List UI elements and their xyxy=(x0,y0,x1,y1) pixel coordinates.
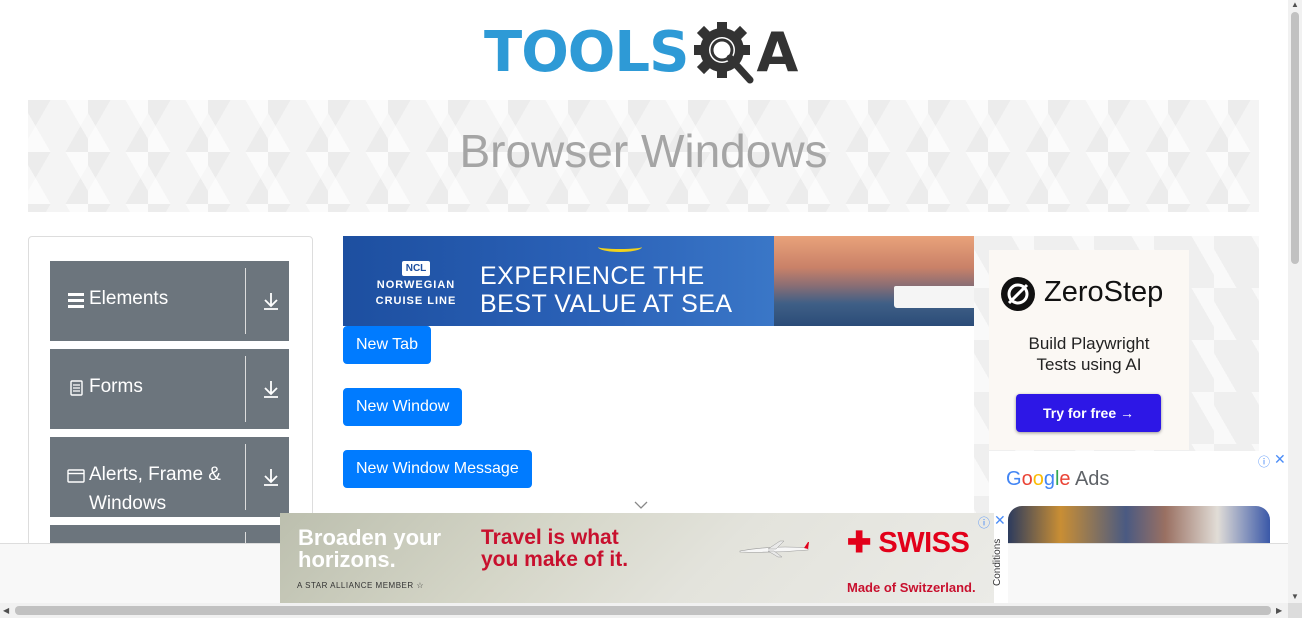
hamburger-icon xyxy=(67,291,85,309)
scroll-down-arrow-icon[interactable]: ▼ xyxy=(1291,592,1299,601)
try-for-free-button[interactable]: Try for free → xyxy=(1016,394,1161,432)
letter: g xyxy=(1043,468,1055,490)
ad-zerostep[interactable]: ZeroStep Build Playwright Tests using AI… xyxy=(989,250,1189,450)
letter: e xyxy=(1059,468,1071,490)
ncl-headline-line1: EXPERIENCE THE xyxy=(480,262,705,290)
zerostep-logo-icon xyxy=(1000,276,1036,312)
browser-window-icon xyxy=(67,467,85,485)
zerostep-name: ZeroStep xyxy=(1044,276,1164,308)
swiss-logo: ✚ SWISS xyxy=(847,527,970,559)
horizontal-scroll-thumb[interactable] xyxy=(15,606,1271,615)
page-banner: Browser Windows xyxy=(28,100,1259,212)
divider xyxy=(245,268,246,334)
swiss-mid-line2: you make of it. xyxy=(481,548,629,571)
ad-banner-ncl[interactable]: NCL NORWEGIAN CRUISE LINE EXPERIENCE THE… xyxy=(343,236,974,326)
new-window-message-button[interactable]: New Window Message xyxy=(343,450,532,488)
sidebar-group-label: Alerts, Frame & xyxy=(89,464,221,485)
zerostep-tagline-line2: Tests using AI xyxy=(1036,355,1142,374)
ad-banner-swiss[interactable]: Broaden your horizons. A STAR ALLIANCE M… xyxy=(280,513,994,603)
chevron-down-icon[interactable] xyxy=(634,497,648,509)
ncl-logo: NCL NORWEGIAN CRUISE LINE xyxy=(361,258,471,308)
swiss-mid-line1: Travel is what xyxy=(481,526,619,549)
ncl-headline-line2: BEST VALUE AT SEA xyxy=(480,290,733,318)
cruise-ship-image xyxy=(894,286,974,308)
new-window-button[interactable]: New Window xyxy=(343,388,463,426)
ad-close-icon[interactable]: ✕ xyxy=(1274,451,1286,468)
scroll-left-arrow-icon[interactable]: ◀ xyxy=(3,606,9,615)
swiss-left-headline: Broaden your horizons. xyxy=(298,527,441,571)
ad-info-icon[interactable]: ⓘ xyxy=(978,514,990,531)
ad-google-ads[interactable]: Google Ads ⓘ ✕ xyxy=(989,451,1287,544)
sidebar-group-label: Forms xyxy=(89,376,143,397)
swiss-left-line2: horizons. xyxy=(298,547,396,572)
swiss-left-line1: Broaden your xyxy=(298,525,442,550)
sidebar-group-label: Elements xyxy=(89,288,169,309)
ads-word: Ads xyxy=(1070,468,1110,490)
vertical-scrollbar[interactable]: ▲ ▼ xyxy=(1288,0,1302,603)
letter: o xyxy=(1032,468,1044,490)
swiss-mid-headline: Travel is what you make of it. xyxy=(481,527,628,571)
letter: o xyxy=(1021,468,1033,490)
form-document-icon xyxy=(67,379,85,397)
sidebar-group-label-line2: Windows xyxy=(89,493,167,514)
ncl-badge: NCL xyxy=(401,261,431,276)
sidebar-group-elements[interactable]: Elements xyxy=(50,261,289,341)
ad-photo-coastline xyxy=(774,236,974,326)
gear-magnifier-icon xyxy=(690,16,760,90)
page: TOOLS A Browser Windows Elements Forms A… xyxy=(0,0,1302,618)
star-alliance-text: A STAR ALLIANCE MEMBER ☆ xyxy=(297,581,425,590)
ncl-brand-line2: CRUISE LINE xyxy=(375,295,457,307)
download-arrow-icon[interactable] xyxy=(260,466,282,488)
ad-photo-person xyxy=(1008,506,1270,544)
horizontal-scrollbar[interactable]: ◀ ▶ xyxy=(0,603,1288,618)
scroll-right-arrow-icon[interactable]: ▶ xyxy=(1276,606,1282,615)
download-arrow-icon[interactable] xyxy=(260,378,282,400)
divider xyxy=(245,444,246,510)
sidebar-group-alerts-frame-windows[interactable]: Alerts, Frame & Windows xyxy=(50,437,289,517)
ad-conditions-label[interactable]: Conditions xyxy=(992,539,1003,586)
airplane-icon xyxy=(738,539,810,559)
sidebar: Elements Forms Alerts, Frame & Windows xyxy=(28,236,313,566)
ncl-brand-line1: NORWEGIAN xyxy=(376,279,456,291)
ncl-headline: EXPERIENCE THE BEST VALUE AT SEA xyxy=(480,262,733,318)
ad-close-icon[interactable]: ✕ xyxy=(994,512,1006,529)
divider xyxy=(245,356,246,422)
new-tab-button[interactable]: New Tab xyxy=(343,326,431,364)
scroll-up-arrow-icon[interactable]: ▲ xyxy=(1291,0,1299,9)
scrollbar-corner xyxy=(1288,603,1302,618)
google-ads-title: Google Ads xyxy=(1006,468,1109,491)
logo-text-tools: TOOLS xyxy=(484,20,689,85)
vertical-scroll-thumb[interactable] xyxy=(1291,12,1299,264)
download-arrow-icon[interactable] xyxy=(260,290,282,312)
logo-text-a: A xyxy=(756,21,799,84)
zerostep-tagline-line1: Build Playwright xyxy=(1028,334,1150,353)
letter: G xyxy=(1006,468,1022,490)
sidebar-group-forms[interactable]: Forms xyxy=(50,349,289,429)
page-title: Browser Windows xyxy=(459,125,828,177)
ad-info-icon[interactable]: ⓘ xyxy=(1258,453,1270,470)
toolsqa-logo[interactable]: TOOLS A xyxy=(484,14,808,92)
ncl-wave-graphic xyxy=(598,242,642,252)
zerostep-tagline: Build Playwright Tests using AI xyxy=(989,333,1189,375)
swiss-made-text: Made of Switzerland. xyxy=(847,580,976,595)
